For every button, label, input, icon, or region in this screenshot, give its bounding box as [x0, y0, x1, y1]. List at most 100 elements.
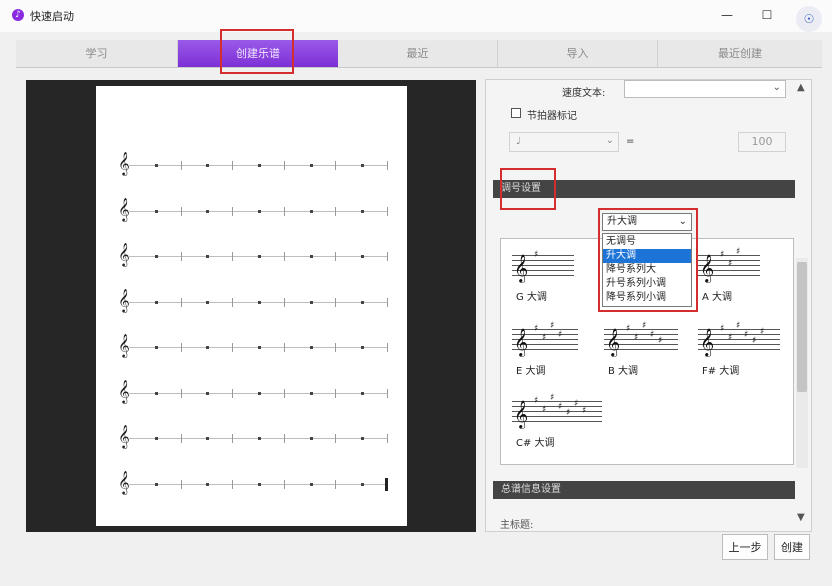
barline: [387, 161, 388, 170]
measure-rest: [258, 437, 261, 440]
sharp-icon: ♯: [550, 321, 555, 331]
sharp-icon: ♯: [534, 324, 539, 334]
barline: [283, 297, 285, 307]
barline: [180, 206, 182, 216]
measure-rest: [206, 300, 210, 304]
tab-recently-created[interactable]: 最近创建: [658, 40, 822, 67]
measure-rest: [206, 209, 210, 213]
mini-staff: 𝄞 ♯ ♯ ♯ ♯ ♯ ♯: [698, 321, 780, 356]
tab-import[interactable]: 导入: [498, 40, 658, 67]
mini-staff: 𝄞 ♯ ♯ ♯ ♯ ♯ ♯ ♯: [512, 393, 602, 428]
barline: [180, 479, 182, 489]
sharp-icon: ♯: [650, 330, 655, 340]
sharp-icon: ♯: [760, 327, 765, 337]
measure-rest: [309, 300, 313, 304]
measure-rest: [154, 482, 158, 486]
sharp-icon: ♯: [542, 405, 547, 415]
metronome-note-select[interactable]: ♩ ⌄: [509, 132, 619, 152]
barline: [283, 388, 285, 398]
measure-rest: [154, 391, 158, 395]
chevron-down-icon: ⌄: [772, 82, 781, 93]
final-barline: [385, 477, 388, 491]
treble-clef-icon: 𝄞: [118, 469, 130, 494]
scroll-down-icon[interactable]: ▼: [797, 512, 805, 523]
treble-clef-icon: 𝄞: [514, 254, 529, 282]
barline: [387, 252, 388, 261]
mini-staff: 𝄞 ♯ ♯ ♯ ♯ ♯: [604, 321, 678, 356]
barline: [180, 388, 182, 398]
barline: [335, 388, 337, 398]
sharp-icon: ♯: [642, 321, 647, 331]
measure-rest: [361, 209, 365, 213]
metronome-bpm-field[interactable]: 100: [738, 132, 786, 152]
measure-rest: [206, 346, 210, 349]
key-signature-name: B 大调: [608, 366, 639, 377]
barline: [387, 343, 388, 352]
main-title-label: 主标题:: [500, 520, 534, 531]
minimize-button[interactable]: —: [716, 6, 738, 24]
barline: [180, 434, 182, 443]
measure-rest: [309, 437, 313, 440]
maximize-button[interactable]: ☐: [756, 6, 778, 24]
barline: [232, 297, 234, 307]
scroll-up-icon[interactable]: ▲: [797, 82, 805, 93]
extension-icon[interactable]: ☉: [796, 6, 822, 32]
create-button[interactable]: 创建: [774, 534, 810, 560]
measure-rest: [154, 255, 158, 258]
metronome-equals: =: [626, 136, 635, 147]
sharp-icon: ♯: [720, 324, 725, 334]
sharp-icon: ♯: [542, 333, 547, 343]
tempo-text-field[interactable]: ⌄: [624, 80, 786, 98]
treble-clef-icon: 𝄞: [118, 378, 130, 403]
sharp-icon: ♯: [626, 324, 631, 334]
title-bar: [0, 0, 832, 32]
barline: [335, 206, 337, 216]
sharp-icon: ♯: [744, 330, 749, 340]
sharp-icon: ♯: [582, 406, 587, 416]
barline: [335, 343, 337, 352]
key-signature-name: G 大调: [516, 292, 547, 303]
barline: [180, 297, 182, 307]
measure-rest: [361, 482, 365, 486]
treble-clef-icon: 𝄞: [118, 424, 130, 448]
key-signature-option[interactable]: 𝄞 ♯ ♯ ♯ ♯ E 大调: [512, 316, 596, 377]
key-signature-option[interactable]: 𝄞 ♯ G 大调: [512, 242, 596, 303]
tab-recent[interactable]: 最近: [338, 40, 498, 67]
measure-rest: [258, 164, 261, 167]
measure-rest: [154, 209, 158, 213]
app-logo-icon: ♪: [12, 9, 24, 21]
staff-row: 𝄞: [118, 243, 388, 269]
treble-clef-icon: 𝄞: [700, 328, 715, 356]
tab-learn[interactable]: 学习: [16, 40, 178, 67]
sharp-icon: ♯: [566, 408, 571, 418]
key-signature-option[interactable]: 𝄞 ♯ ♯ ♯ ♯ ♯ B 大调: [604, 316, 688, 377]
staff-row: 𝄞: [118, 333, 388, 360]
barline: [232, 388, 234, 398]
back-button[interactable]: 上一步: [722, 534, 768, 560]
measure-rest: [206, 164, 210, 167]
key-signature-option[interactable]: 𝄞 ♯ ♯ ♯ A 大调: [698, 242, 782, 303]
key-signature-option[interactable]: 𝄞 ♯ ♯ ♯ ♯ ♯ ♯ ♯ C# 大调: [512, 388, 602, 449]
barline: [232, 252, 234, 261]
staff-row: 𝄞: [118, 378, 388, 406]
highlight-box-dropdown: [598, 208, 698, 312]
measure-rest: [258, 209, 261, 213]
measure-rest: [361, 437, 365, 440]
score-paper: 𝄞 𝄞 𝄞 𝄞 𝄞 𝄞 𝄞 𝄞: [96, 86, 407, 526]
measure-rest: [154, 300, 158, 304]
measure-rest: [154, 346, 158, 349]
measure-rest: [258, 255, 261, 258]
measure-rest: [206, 482, 210, 486]
barline: [232, 343, 234, 352]
key-signature-option[interactable]: 𝄞 ♯ ♯ ♯ ♯ ♯ ♯ F# 大调: [698, 316, 782, 377]
panel-scrollbar-thumb[interactable]: [797, 262, 807, 392]
tempo-text-label: 速度文本:: [562, 88, 606, 99]
key-signature-name: F# 大调: [702, 366, 740, 377]
treble-clef-icon: 𝄞: [118, 333, 130, 357]
barline: [387, 434, 388, 443]
measure-rest: [258, 300, 261, 304]
mini-staff: 𝄞 ♯ ♯ ♯: [698, 247, 760, 282]
sharp-icon: ♯: [720, 250, 725, 260]
metronome-checkbox[interactable]: [511, 108, 521, 118]
measure-rest: [154, 437, 158, 440]
